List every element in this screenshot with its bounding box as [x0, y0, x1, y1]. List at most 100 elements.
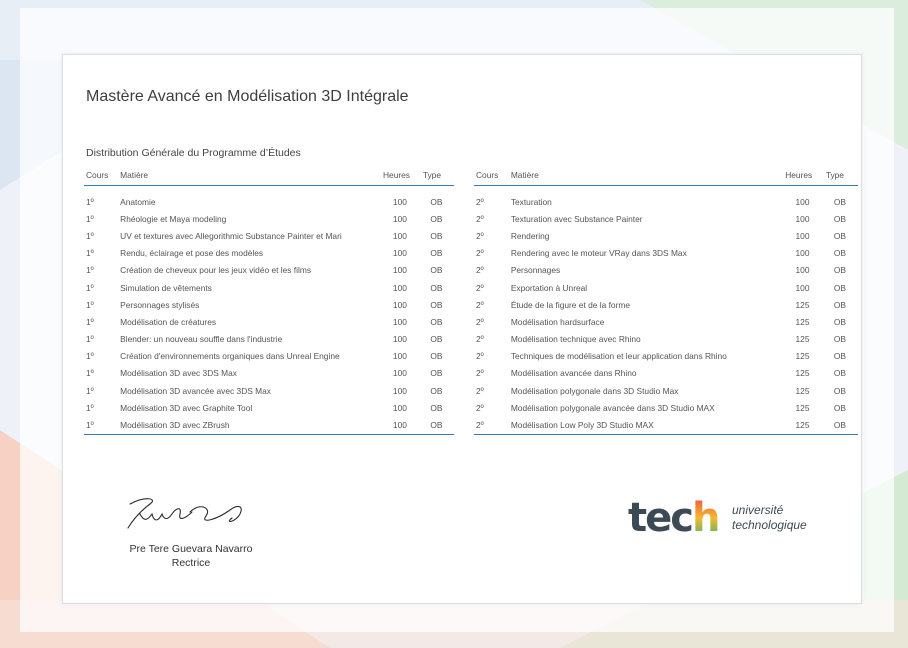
cell-heures: 100	[392, 402, 407, 413]
table-row: 2º Rendering 100 OB	[474, 227, 858, 244]
table-row: 1º Modélisation 3D avec ZBrush 100 OB	[84, 416, 454, 435]
table-header-row: Cours Matière Heures Type	[474, 168, 858, 186]
cell-type: OB	[833, 265, 846, 276]
cell-matiere: Modélisation Low Poly 3D Studio MAX	[508, 416, 784, 435]
column-header-heures: Heures	[783, 168, 824, 186]
cell-heures: 100	[392, 299, 407, 310]
cell-heures: 100	[392, 385, 407, 396]
table-row: 2º Modélisation technique avec Rhino 125 OB	[474, 331, 858, 348]
cell-matiere: Rendering	[510, 230, 550, 241]
cell-type: OB	[833, 351, 846, 362]
cell-heures: 100	[795, 265, 810, 276]
cell-matiere: Création de cheveux pour les jeux vidéo …	[120, 265, 312, 276]
cell-heures: 100	[795, 248, 810, 259]
table-row: 2º Techniques de modélisation et leur app…	[474, 348, 858, 365]
page-title: Mastère Avancé en Modélisation 3D Intégr…	[86, 88, 409, 105]
cell-cours: 2º	[476, 248, 484, 259]
cell-type: OB	[833, 368, 846, 379]
cell-type: OB	[430, 402, 443, 413]
cell-matiere: Rendu, éclairage et pose des modèles	[120, 248, 264, 259]
cell-type: OB	[833, 213, 846, 224]
cell-matiere: Modélisation 3D avec 3DS Max	[120, 368, 237, 379]
logo-line-2: technologique	[732, 518, 807, 532]
signer-role: Rectrice	[171, 557, 211, 569]
table-row: 2º Texturation avec Substance Painter 100 O…	[474, 210, 858, 227]
cell-heures: 125	[795, 385, 810, 396]
cell-matiere: Texturation	[510, 196, 552, 207]
table-row: 2º Étude de la figure et de la forme 125 OB	[474, 296, 858, 313]
cell-type: OB	[430, 230, 443, 241]
logo-wordmark: tech	[628, 495, 721, 541]
table-header-row: Cours Matière Heures Type	[84, 168, 454, 186]
cell-heures: 125	[783, 416, 824, 435]
cell-cours: 1º	[86, 230, 94, 241]
column-header-type: Type	[823, 168, 858, 186]
column-header-heures: Heures	[381, 168, 421, 186]
logo-line-1: université	[732, 503, 784, 517]
cell-cours: 1º	[86, 299, 94, 310]
cell-type: OB	[833, 299, 846, 310]
cell-type: OB	[833, 385, 846, 396]
table-row: 2º Exportation à Unreal 100 OB	[474, 279, 858, 296]
table-row: 1º Personnages stylisés 100 OB	[84, 296, 454, 313]
cell-heures: 125	[795, 299, 810, 310]
cell-type: OB	[430, 351, 443, 362]
cell-heures: 125	[795, 316, 810, 327]
cell-type: OB	[833, 402, 846, 413]
cell-type: OB	[430, 248, 443, 259]
cell-type: OB	[833, 248, 846, 259]
cell-matiere: Personnages	[510, 265, 561, 276]
cell-cours: 2º	[476, 334, 484, 345]
cell-cours: 2º	[476, 196, 484, 207]
cell-matiere: Modélisation 3D avancée avec 3DS Max	[120, 385, 271, 396]
table-row: 1º Rhéologie et Maya modeling 100 OB	[84, 210, 454, 227]
cell-cours: 2º	[474, 416, 509, 435]
cell-cours: 2º	[476, 351, 484, 362]
cell-heures: 100	[392, 351, 407, 362]
cell-matiere: Modélisation de créatures	[120, 316, 217, 327]
cell-heures: 100	[795, 230, 810, 241]
cell-heures: 100	[795, 196, 810, 207]
cell-matiere: Étude de la figure et de la forme	[510, 299, 630, 310]
cell-cours: 1º	[86, 351, 94, 362]
cell-matiere: Modélisation 3D avec Graphite Tool	[120, 402, 253, 413]
column-header-type: Type	[420, 168, 454, 186]
cell-heures: 100	[392, 368, 407, 379]
table-caption: Distribution Générale du Programme d’Étu…	[86, 147, 301, 159]
cell-matiere: Personnages stylisés	[120, 299, 200, 310]
cell-cours: 1º	[86, 334, 94, 345]
table-row: 1º Anatomie 100 OB	[84, 186, 454, 211]
course-table-year-1: Cours Matière Heures Type 1º Anatomie 100 O…	[84, 168, 454, 435]
course-table-year-2: Cours Matière Heures Type 2º Texturation 1…	[474, 168, 858, 435]
cell-matiere: Rendering avec le moteur VRay dans 3DS M…	[510, 248, 687, 259]
cell-matiere: Modélisation polygonale avancée dans 3D …	[510, 402, 715, 413]
table-row: 1º Rendu, éclairage et pose des modèles 10…	[84, 245, 454, 262]
table-row: 2º Texturation 100 OB	[474, 186, 858, 211]
cell-cours: 1º	[86, 196, 94, 207]
cell-matiere: Techniques de modélisation et leur appli…	[510, 351, 727, 362]
table-body: 1º Anatomie 100 OB 1º Rhéologie et Maya model…	[84, 186, 454, 435]
table-row: 1º UV et textures avec Allegorithmic Subs…	[84, 227, 454, 244]
cell-matiere: Modélisation 3D avec ZBrush	[118, 416, 381, 435]
cell-type: OB	[833, 230, 846, 241]
cell-cours: 1º	[86, 316, 94, 327]
cell-type: OB	[430, 213, 443, 224]
column-header-cours: Cours	[474, 168, 509, 186]
cell-heures: 100	[795, 213, 810, 224]
signature-image	[127, 498, 242, 529]
cell-cours: 1º	[86, 402, 94, 413]
table-row: 1º Modélisation 3D avec 3DS Max 100 OB	[84, 365, 454, 382]
cell-cours: 2º	[476, 402, 484, 413]
cell-heures: 100	[392, 248, 407, 259]
logo-word-accent: h	[691, 495, 721, 541]
signer-name: Pre Tere Guevara Navarro	[129, 543, 253, 555]
column-header-cours: Cours	[84, 168, 119, 186]
cell-matiere: Modélisation polygonale dans 3D Studio M…	[510, 385, 679, 396]
signer-block: Pre Tere Guevara Navarro Rectrice	[120, 542, 262, 570]
cell-matiere: Anatomie	[120, 196, 156, 207]
cell-heures: 100	[392, 316, 407, 327]
cell-matiere: Simulation de vêtements	[120, 282, 212, 293]
table-row: 2º Modélisation polygonale avancée dans 3…	[474, 399, 858, 416]
cell-type: OB	[420, 416, 454, 435]
cell-cours: 2º	[476, 230, 484, 241]
